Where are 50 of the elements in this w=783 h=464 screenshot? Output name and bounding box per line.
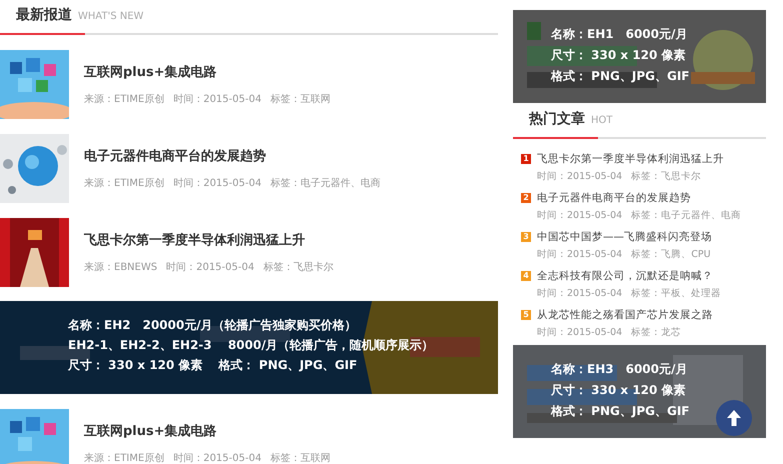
ad-text: 尺寸： 330 x 120 像素 格式： PNG、JPG、GIF <box>68 357 358 374</box>
article-title[interactable]: 电子元器件电商平台的发展趋势 <box>84 147 380 165</box>
ad-text: 名称：EH1 6000元/月 <box>551 26 688 43</box>
article-meta: 时间：2015-05-04 <box>166 260 254 274</box>
ad-text: 格式： PNG、JPG、GIF <box>551 68 690 85</box>
article-meta: 标签：互联网 <box>270 92 330 106</box>
article-meta: 来源：EBNEWS <box>84 260 158 274</box>
article-title[interactable]: 飞思卡尔第一季度半导体利润迅猛上升 <box>84 231 334 249</box>
article-title[interactable]: 从龙芯性能之殇看国产芯片发展之路 <box>537 308 713 322</box>
up-arrow-icon <box>727 410 741 426</box>
article-meta: 标签：互联网 <box>270 452 330 464</box>
rank-badge: 5 <box>521 310 531 320</box>
article-meta: 来源：ETIME原创 <box>84 176 164 190</box>
section-subtitle: WHAT'S NEW <box>78 11 144 22</box>
article-title[interactable]: 电子元器件电商平台的发展趋势 <box>537 191 691 205</box>
ad-text: 尺寸： 330 x 120 像素 <box>551 382 686 399</box>
article-meta: 时间：2015-05-04 <box>537 209 622 222</box>
ad-text: 尺寸： 330 x 120 像素 <box>551 47 686 64</box>
article-title[interactable]: 互联网plus+集成电路 <box>84 422 330 440</box>
article-meta: 时间：2015-05-04 <box>173 452 262 464</box>
article-meta: 时间：2015-05-04 <box>537 326 622 339</box>
article-meta: 来源：ETIME原创 <box>84 452 164 464</box>
rank-badge: 4 <box>521 271 531 281</box>
section-title: 最新报道 <box>16 6 72 24</box>
ad-text: 名称：EH3 6000元/月 <box>551 361 688 378</box>
ad-text: 名称：EH2 20000元/月（轮播广告独家购买价格） <box>68 317 357 334</box>
article-meta: 时间：2015-05-04 <box>537 248 622 261</box>
ad-text: EH2-1、EH2-2、EH2-3 8000/月（轮播广告，随机顺序展示） <box>68 337 434 354</box>
article-title[interactable]: 全志科技有限公司，沉默还是呐喊？ <box>537 269 713 283</box>
article-meta: 标签：飞思卡尔 <box>631 170 702 183</box>
article-meta: 标签：电子元器件、电商 <box>631 209 742 222</box>
rank-badge: 3 <box>521 232 531 242</box>
rank-badge: 2 <box>521 193 531 203</box>
article-title[interactable]: 飞思卡尔第一季度半导体利润迅猛上升 <box>537 152 724 166</box>
article-meta: 标签：电子元器件、电商 <box>270 176 380 190</box>
article-meta: 标签：平板、处理器 <box>631 287 722 300</box>
article-meta: 时间：2015-05-04 <box>173 92 262 106</box>
article-meta: 标签：飞思卡尔 <box>263 260 334 274</box>
section-title: 热门文章 <box>529 110 585 128</box>
article-meta: 标签：飞腾、CPU <box>631 248 711 261</box>
article-meta: 来源：ETIME原创 <box>84 92 164 106</box>
article-title[interactable]: 互联网plus+集成电路 <box>84 63 330 81</box>
article-meta: 时间：2015-05-04 <box>173 176 262 190</box>
article-meta: 时间：2015-05-04 <box>537 170 622 183</box>
section-subtitle: HOT <box>591 115 612 126</box>
article-meta: 标签：龙芯 <box>631 326 682 339</box>
rank-badge: 1 <box>521 154 531 164</box>
ad-text: 格式： PNG、JPG、GIF <box>551 403 690 420</box>
article-meta: 时间：2015-05-04 <box>537 287 622 300</box>
article-title[interactable]: 中国芯中国梦——飞腾盛科闪亮登场 <box>537 230 712 244</box>
